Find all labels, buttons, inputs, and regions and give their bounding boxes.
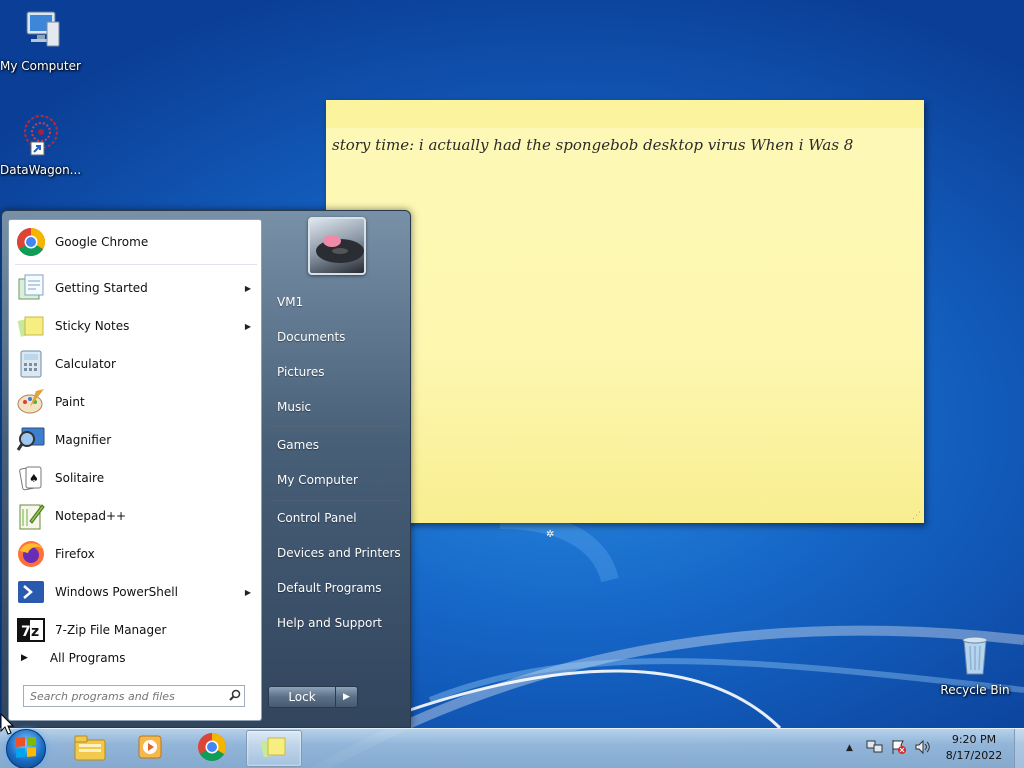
volume-tray-button[interactable]	[914, 728, 932, 768]
chrome-icon	[197, 732, 227, 765]
search-icon[interactable]	[226, 689, 244, 704]
right-item-documents[interactable]: Documents	[268, 321, 404, 353]
media-player-icon	[133, 732, 167, 765]
program-label: Notepad++	[55, 509, 127, 523]
desktop-icon-recycle-bin[interactable]: Recycle Bin	[935, 630, 1015, 697]
resize-grip-icon[interactable]: ⋰	[912, 511, 921, 521]
show-hidden-icons-button[interactable]: ▲	[846, 728, 853, 768]
submenu-arrow-icon[interactable]: ▶	[245, 588, 251, 597]
search-area	[8, 673, 262, 721]
firefox-icon	[15, 538, 47, 570]
mouse-cursor-icon	[0, 713, 14, 735]
right-item-devices-printers[interactable]: Devices and Printers	[268, 537, 404, 569]
7zip-icon: 7z	[15, 614, 47, 646]
program-label: 7-Zip File Manager	[55, 623, 167, 637]
desktop-icon-label: My Computer	[0, 59, 81, 73]
program-item-paint[interactable]: Paint	[11, 384, 261, 420]
right-item-games[interactable]: Games	[268, 429, 404, 461]
right-item-control-panel[interactable]: Control Panel	[268, 502, 404, 534]
program-label: Getting Started	[55, 281, 148, 295]
svg-text:7: 7	[21, 624, 31, 640]
sticky-note-text[interactable]: story time: i actually had the spongebob…	[326, 128, 924, 162]
submenu-arrow-icon[interactable]: ▶	[245, 284, 251, 293]
right-item-pictures[interactable]: Pictures	[268, 356, 404, 388]
taskbar-media-player-button[interactable]	[122, 730, 178, 767]
paint-icon	[15, 386, 47, 418]
triangle-right-icon: ▶	[21, 653, 28, 663]
program-label: Paint	[55, 395, 85, 409]
user-avatar[interactable]	[308, 217, 366, 275]
network-icon	[866, 739, 884, 758]
program-label: Magnifier	[55, 433, 112, 447]
lock-button[interactable]: Lock	[268, 686, 336, 708]
program-item-solitaire[interactable]: ♠ Solitaire	[11, 460, 261, 496]
program-item-chrome[interactable]: Google Chrome	[11, 224, 261, 260]
sticky-note-title-bar[interactable]	[326, 100, 924, 128]
right-item-music[interactable]: Music	[268, 391, 404, 423]
powershell-icon	[15, 576, 47, 608]
program-label: Solitaire	[55, 471, 105, 485]
program-item-firefox[interactable]: Firefox	[11, 536, 261, 572]
notepadpp-icon	[15, 500, 47, 532]
right-item-my-computer[interactable]: My Computer	[268, 464, 404, 496]
taskbar-clock[interactable]: 9:20 PM 8/17/2022	[938, 732, 1010, 764]
start-menu-programs-pane: Google Chrome Getting Started ▶ Sticky N…	[8, 219, 262, 644]
right-item-help-support[interactable]: Help and Support	[268, 607, 404, 639]
computer-icon	[0, 8, 80, 57]
right-item-default-programs[interactable]: Default Programs	[268, 572, 404, 604]
recycle-bin-icon	[935, 630, 1015, 681]
desktop-icon-datawagon[interactable]: DataWagon...	[0, 112, 82, 177]
chrome-icon	[15, 226, 47, 258]
taskbar-chrome-button[interactable]	[184, 730, 240, 767]
program-item-notepadpp[interactable]: Notepad++	[11, 498, 261, 534]
chevron-up-icon: ▲	[846, 743, 853, 753]
program-label: Google Chrome	[55, 235, 149, 249]
speaker-icon	[914, 739, 932, 758]
calculator-icon	[15, 348, 47, 380]
sticky-note[interactable]: story time: i actually had the spongebob…	[326, 100, 924, 523]
right-pane-divider	[270, 500, 402, 501]
all-programs-label: All Programs	[49, 651, 126, 665]
program-label: Windows PowerShell	[55, 585, 178, 599]
desktop-icon-label: Recycle Bin	[940, 683, 1010, 697]
windows-logo-icon	[15, 735, 37, 762]
search-input[interactable]	[30, 689, 226, 703]
submenu-arrow-icon[interactable]: ▶	[245, 322, 251, 331]
program-label: Firefox	[55, 547, 95, 561]
sticky-notes-icon	[259, 732, 289, 765]
start-menu: Google Chrome Getting Started ▶ Sticky N…	[1, 210, 411, 728]
search-box[interactable]	[23, 685, 245, 707]
right-pane-divider	[270, 426, 402, 427]
svg-text:♠: ♠	[29, 472, 39, 485]
solitaire-icon: ♠	[15, 462, 47, 494]
show-desktop-button[interactable]	[1014, 729, 1024, 768]
desktop-icon-label: DataWagon...	[0, 163, 82, 177]
taskbar-explorer-button[interactable]	[62, 730, 118, 767]
datawagon-shortcut-icon	[0, 112, 80, 161]
sticky-notes-icon	[15, 310, 47, 342]
svg-text:z: z	[31, 624, 39, 640]
program-label: Calculator	[55, 357, 116, 371]
network-tray-button[interactable]	[866, 728, 884, 768]
program-item-sticky-notes[interactable]: Sticky Notes ▶	[11, 308, 261, 344]
explorer-icon	[73, 732, 107, 765]
action-center-tray-button[interactable]	[890, 728, 908, 768]
clock-date: 8/17/2022	[945, 749, 1003, 762]
magnifier-icon	[15, 424, 47, 456]
all-programs-button[interactable]: ▶ All Programs	[8, 643, 262, 673]
svg-text:✲: ✲	[546, 529, 554, 540]
program-label: Sticky Notes	[55, 319, 130, 333]
getting-started-icon	[15, 272, 47, 304]
program-item-calculator[interactable]: Calculator	[11, 346, 261, 382]
shutdown-options-arrow-icon[interactable]: ▶	[336, 686, 358, 708]
taskbar-sticky-notes-button[interactable]	[246, 730, 302, 767]
program-item-powershell[interactable]: Windows PowerShell ▶	[11, 574, 261, 610]
program-item-magnifier[interactable]: Magnifier	[11, 422, 261, 458]
desktop-icon-my-computer[interactable]: My Computer	[0, 8, 81, 73]
clock-time: 9:20 PM	[951, 733, 997, 746]
right-item-vm1[interactable]: VM1	[268, 286, 404, 318]
program-divider	[15, 264, 257, 265]
program-item-getting-started[interactable]: Getting Started ▶	[11, 270, 261, 306]
action-center-flag-icon	[890, 739, 908, 758]
